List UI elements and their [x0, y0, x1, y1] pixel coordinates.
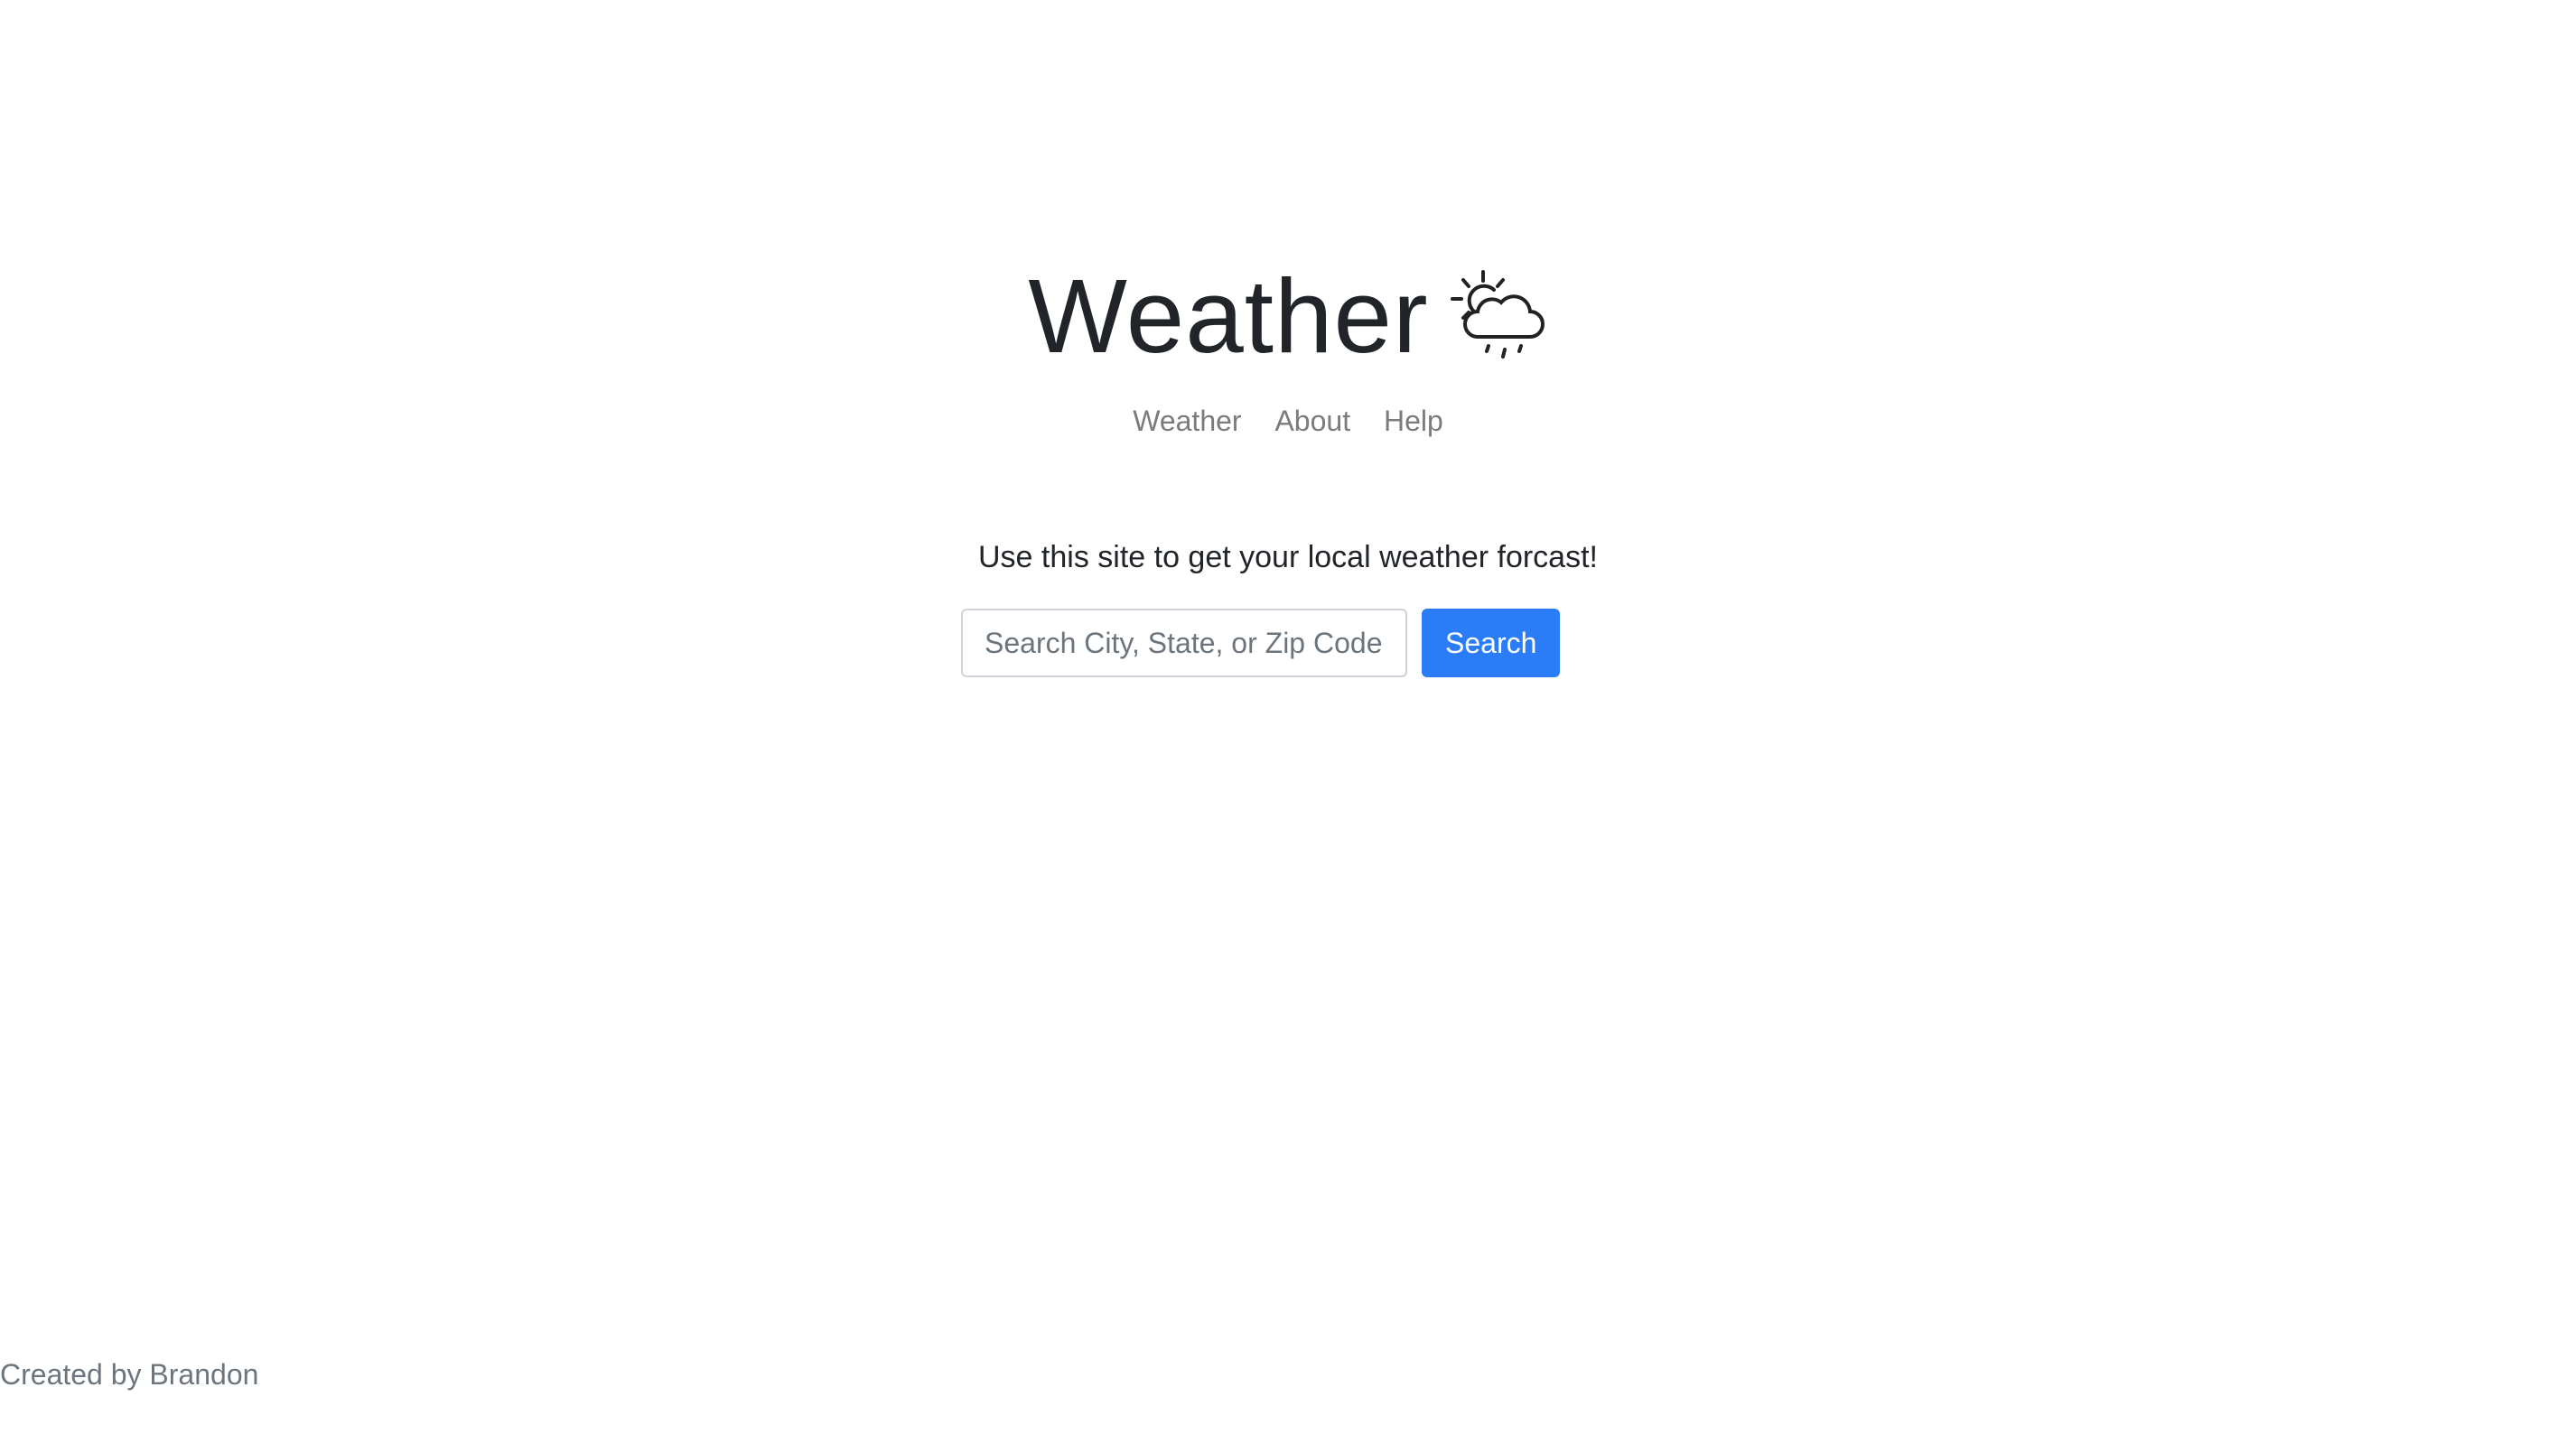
search-form: Search [961, 609, 1561, 677]
search-input[interactable] [961, 609, 1407, 677]
title-row: Weather [1028, 264, 1547, 368]
nav-item-weather[interactable]: Weather [1133, 405, 1241, 437]
nav-item-about[interactable]: About [1274, 405, 1350, 437]
main-nav: Weather About Help [0, 405, 2576, 438]
intro-text: Use this site to get your local weather … [978, 540, 1598, 574]
footer-credit: Created by Brandon [0, 1358, 259, 1391]
page-title: Weather [1028, 257, 1429, 375]
page: Weather Weather About Help Use this site… [0, 0, 2576, 1434]
nav-item-help[interactable]: Help [1384, 405, 1443, 437]
search-button[interactable]: Search [1422, 609, 1561, 677]
sun-cloud-rain-icon [1449, 266, 1548, 366]
header: Weather [0, 264, 2576, 368]
